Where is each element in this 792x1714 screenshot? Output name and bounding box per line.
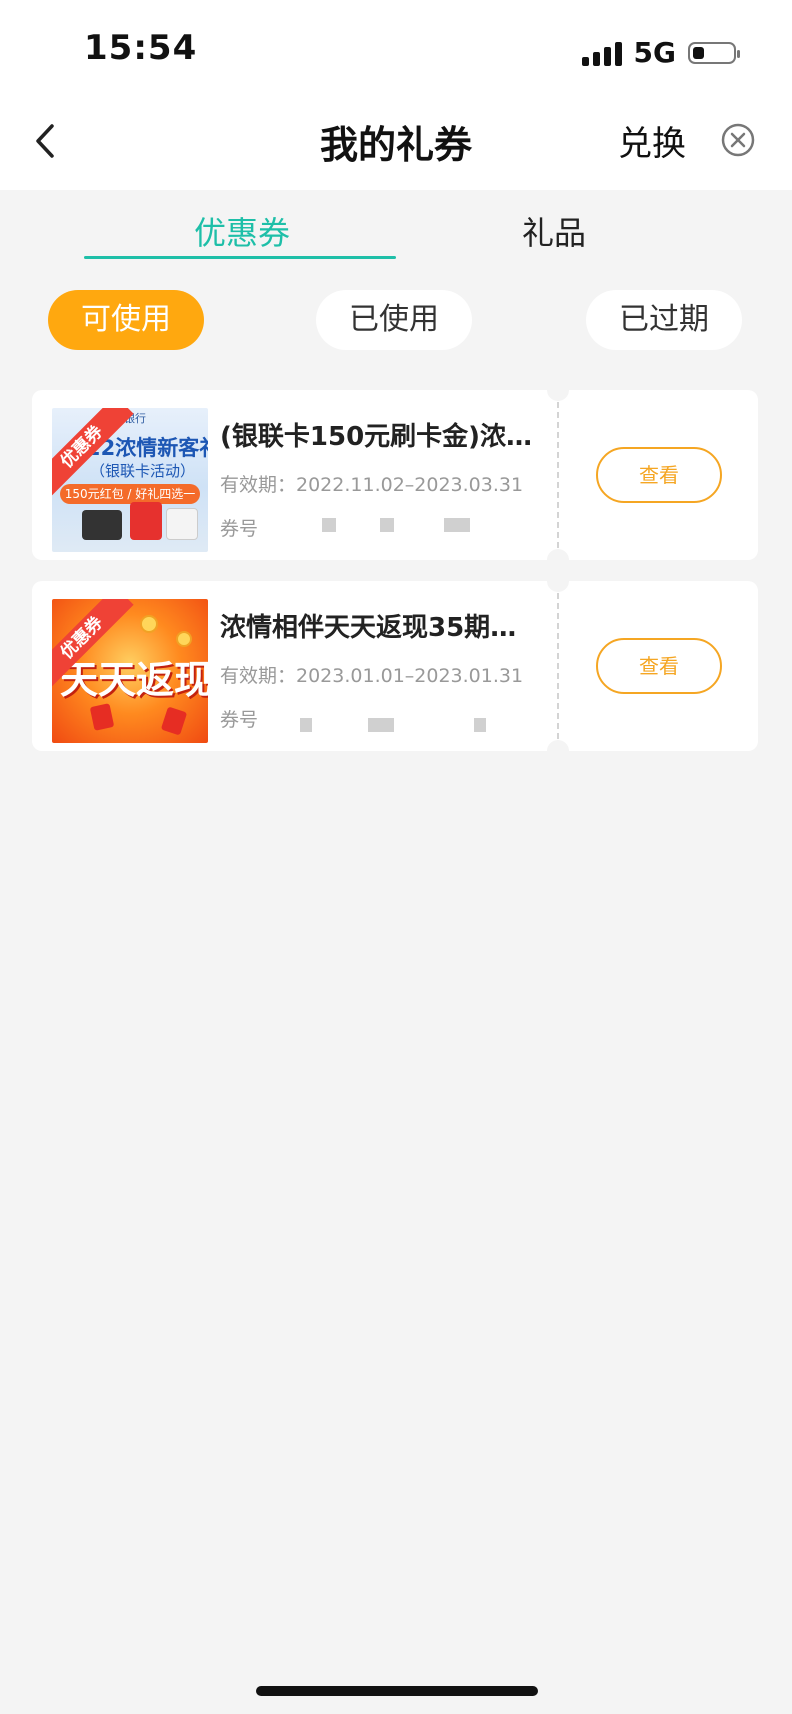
oven-image: [82, 510, 122, 540]
filter-expired[interactable]: 已过期: [586, 290, 742, 350]
top-bar: 15:54 5G 我的礼券 兑换: [0, 0, 792, 190]
thumbnail-subtitle: （银联卡活动）: [90, 462, 196, 480]
ticket-notch: [547, 549, 569, 571]
redeem-button[interactable]: 兑换: [618, 116, 686, 165]
coupon-validity: 有效期：2022.11.02–2023.03.31: [220, 474, 524, 496]
battery-icon: [688, 41, 740, 64]
coupon-title: (银联卡150元刷卡金)浓情...: [220, 422, 542, 452]
red-envelope-image: [160, 706, 188, 736]
redacted-code: [380, 518, 394, 532]
view-button[interactable]: 查看: [596, 638, 722, 694]
redacted-code: [444, 518, 470, 532]
close-icon[interactable]: [720, 122, 756, 158]
active-tab-indicator: [84, 256, 396, 259]
tab-coupons[interactable]: 优惠券: [194, 208, 290, 254]
view-button[interactable]: 查看: [596, 447, 722, 503]
coin-image: [176, 631, 192, 647]
tab-bar: 优惠券 礼品: [0, 190, 792, 270]
coin-image: [140, 615, 158, 633]
home-indicator[interactable]: [256, 1686, 538, 1696]
ticket-notch: [547, 379, 569, 401]
redacted-code: [474, 718, 486, 732]
coupon-thumbnail: 天天返现 优惠券: [52, 599, 208, 743]
coupon-code-label: 券号: [220, 709, 259, 731]
red-envelope-image: [89, 703, 115, 731]
filter-usable[interactable]: 可使用: [48, 290, 204, 350]
status-time: 15:54: [84, 28, 198, 68]
ticket-divider: [557, 402, 559, 548]
network-type: 5G: [633, 36, 676, 69]
ticket-divider: [557, 593, 559, 739]
red-packet-image: [130, 502, 162, 540]
gift-box-image: [166, 508, 198, 540]
thumbnail-offer: 150元红包 / 好礼四选一: [60, 484, 200, 504]
signal-icon: [581, 40, 622, 66]
redacted-code: [300, 718, 312, 732]
filter-used[interactable]: 已使用: [316, 290, 472, 350]
coupon-code-label: 券号: [220, 518, 259, 540]
coupon-title: 浓情相伴天天返现35期（1...: [220, 613, 542, 643]
coupon-card[interactable]: 农业银行 22浓情新客礼 （银联卡活动） 150元红包 / 好礼四选一 优惠券 …: [32, 379, 758, 571]
coupon-card[interactable]: 天天返现 优惠券 浓情相伴天天返现35期（1... 有效期：2023.01.01…: [32, 570, 758, 762]
ticket-notch: [547, 740, 569, 762]
redacted-code: [322, 518, 336, 532]
coupon-thumbnail: 农业银行 22浓情新客礼 （银联卡活动） 150元红包 / 好礼四选一 优惠券: [52, 408, 208, 552]
ticket-notch: [547, 570, 569, 592]
tab-gifts[interactable]: 礼品: [522, 208, 586, 254]
redacted-code: [368, 718, 394, 732]
status-indicators: 5G: [581, 36, 740, 69]
coupon-validity: 有效期：2023.01.01–2023.01.31: [220, 665, 524, 687]
